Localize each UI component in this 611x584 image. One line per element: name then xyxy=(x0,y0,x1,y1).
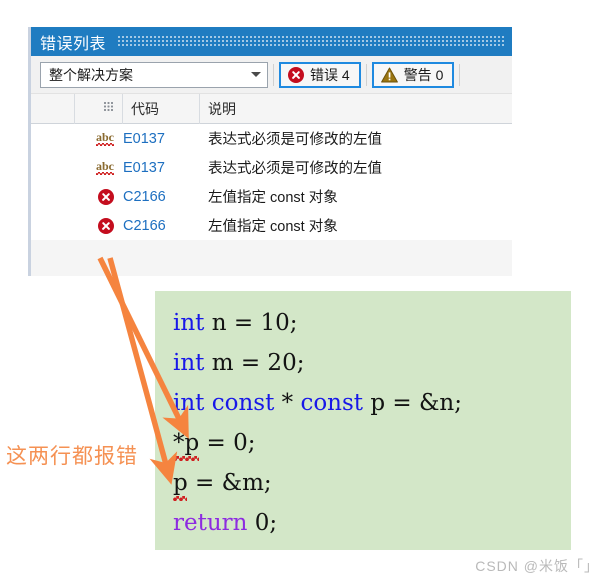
error-squiggle xyxy=(173,496,187,501)
table-row[interactable]: abc E0137 表达式必须是可修改的左值 xyxy=(31,124,512,153)
code-token: * xyxy=(274,390,301,416)
row-description-cell: 左值指定 const 对象 xyxy=(208,190,338,206)
code-line: return 0; xyxy=(173,503,571,543)
row-icon-cell: abc xyxy=(31,160,123,175)
panel-titlebar: 错误列表 xyxy=(31,27,512,56)
code-token: int xyxy=(173,350,205,376)
warnings-filter-label: 警告 0 xyxy=(403,66,444,83)
table-row[interactable]: C2166 左值指定 const 对象 xyxy=(31,211,512,240)
error-icon xyxy=(288,66,304,83)
watermark: CSDN @米饭「」 xyxy=(475,558,599,574)
code-token: const xyxy=(300,390,364,416)
row-code-cell[interactable]: C2166 xyxy=(123,218,200,234)
scope-select[interactable]: 整个解决方案 xyxy=(40,61,268,88)
panel-title: 错误列表 xyxy=(40,35,107,53)
squiggle-underline xyxy=(96,143,114,146)
column-options-icon xyxy=(104,101,114,112)
grid-header-row: 代码 说明 xyxy=(31,93,512,124)
row-code-cell[interactable]: E0137 xyxy=(123,131,200,147)
code-line: p = &m; xyxy=(173,463,571,503)
error-list-panel: 错误列表 整个解决方案 错误 4 警告 0 代码 说明 abc E0137 表达… xyxy=(28,27,512,276)
grid-header-description[interactable]: 说明 xyxy=(200,94,512,124)
panel-toolbar: 整个解决方案 错误 4 警告 0 xyxy=(31,56,512,94)
errors-filter-label: 错误 4 xyxy=(310,66,350,83)
row-description-cell: 左值指定 const 对象 xyxy=(208,219,338,235)
code-token: int xyxy=(173,310,205,336)
squiggle-underline xyxy=(96,172,114,175)
grid-header-blank xyxy=(31,93,75,124)
error-squiggle xyxy=(173,456,199,461)
grid-header-icon-column[interactable] xyxy=(75,93,123,124)
code-snippet: int n = 10; int m = 20; int const * const … xyxy=(155,291,571,550)
abc-icon: abc xyxy=(96,159,114,175)
chevron-down-icon xyxy=(251,72,261,77)
warning-icon xyxy=(380,67,398,83)
code-token: p = &m; xyxy=(173,470,272,496)
error-icon xyxy=(98,217,114,234)
annotation-label: 这两行都报错 xyxy=(6,445,138,468)
table-row[interactable]: abc E0137 表达式必须是可修改的左值 xyxy=(31,153,512,182)
error-icon xyxy=(98,188,114,205)
table-row[interactable]: C2166 左值指定 const 对象 xyxy=(31,182,512,211)
row-code-cell[interactable]: C2166 xyxy=(123,189,200,205)
panel-drag-grip[interactable] xyxy=(118,35,506,48)
toolbar-separator xyxy=(273,63,274,86)
code-token: n = 10; xyxy=(204,310,298,336)
grid-header-code[interactable]: 代码 xyxy=(123,93,200,124)
errors-filter-button[interactable]: 错误 4 xyxy=(279,61,361,88)
code-token: p = &n; xyxy=(363,390,462,416)
code-token: 0; xyxy=(247,510,278,536)
row-icon-cell xyxy=(31,188,123,205)
code-line: *p = 0; xyxy=(173,423,571,463)
toolbar-separator xyxy=(459,63,461,86)
scope-select-value: 整个解决方案 xyxy=(49,66,133,83)
code-token: *p = 0; xyxy=(173,430,256,456)
code-token: return xyxy=(173,510,248,536)
code-line: int const * const p = &n; xyxy=(173,383,571,423)
warnings-filter-button[interactable]: 警告 0 xyxy=(371,61,455,88)
code-token: int const xyxy=(173,390,275,416)
row-icon-cell xyxy=(31,217,123,234)
abc-icon: abc xyxy=(96,130,114,146)
code-line: int n = 10; xyxy=(173,303,571,343)
code-line: int m = 20; xyxy=(173,343,571,383)
row-description-cell: 表达式必须是可修改的左值 xyxy=(208,161,382,177)
toolbar-separator xyxy=(365,63,367,86)
code-token: m = 20; xyxy=(204,350,305,376)
row-icon-cell: abc xyxy=(31,131,123,146)
row-description-cell: 表达式必须是可修改的左值 xyxy=(208,132,382,148)
grid-body: abc E0137 表达式必须是可修改的左值 abc E0137 表达式必须是可修改的左值… xyxy=(31,124,512,240)
row-code-cell[interactable]: E0137 xyxy=(123,160,200,176)
